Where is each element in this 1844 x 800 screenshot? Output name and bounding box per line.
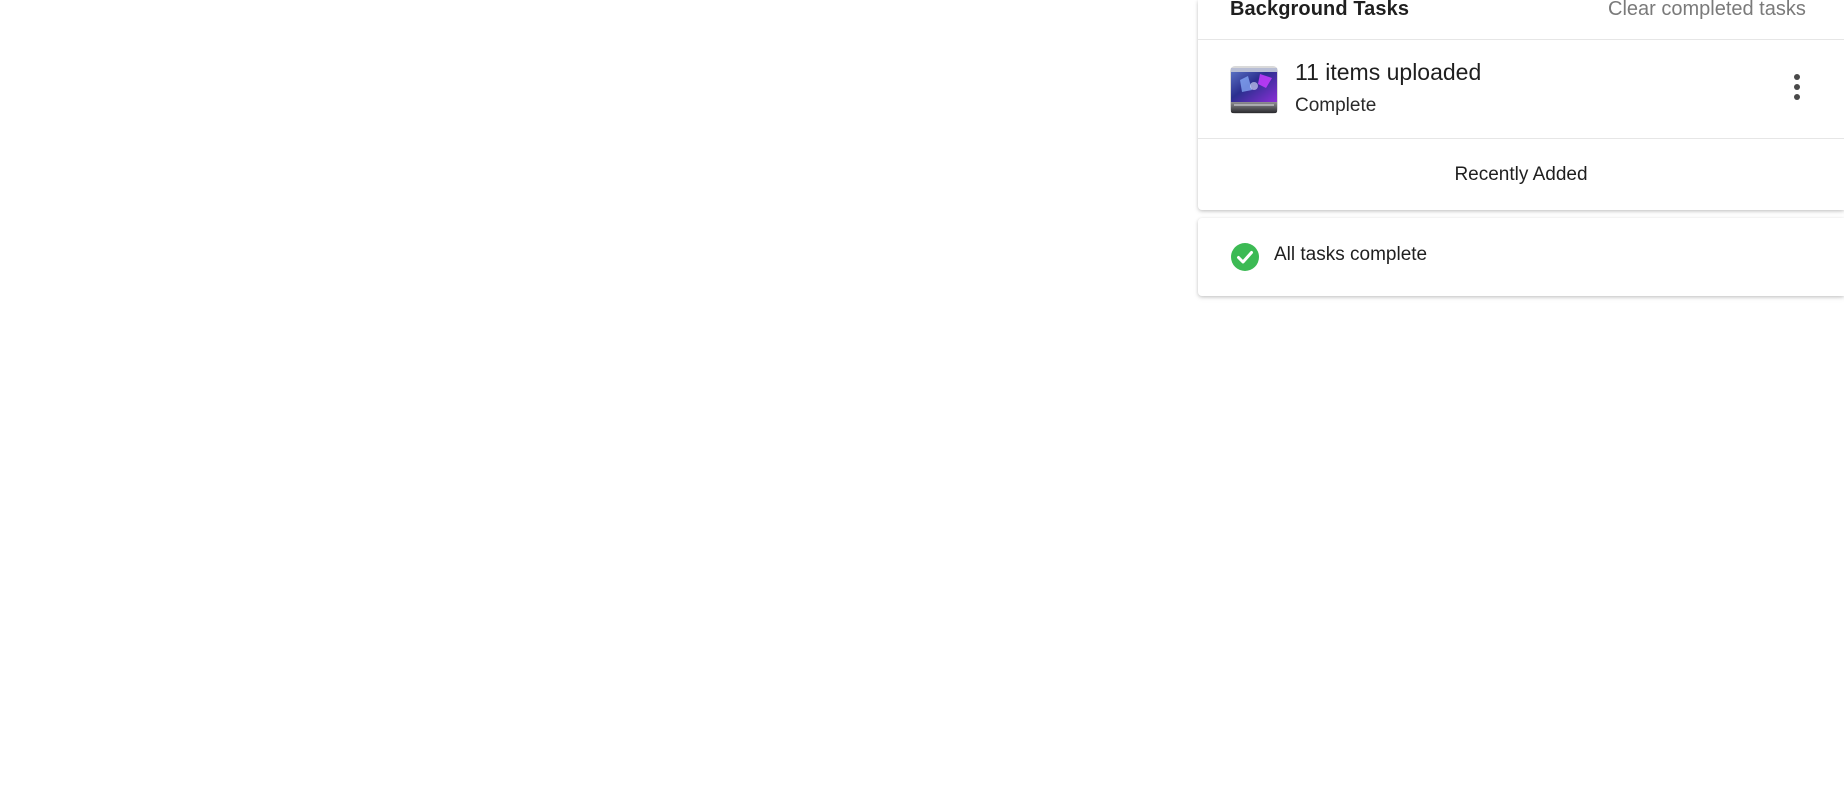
recently-added-button[interactable]: Recently Added [1198,139,1844,210]
tasks-summary-panel: All tasks complete [1198,218,1844,296]
clear-completed-tasks-button[interactable]: Clear completed tasks [1608,0,1806,21]
upload-thumbnail-icon [1230,66,1278,114]
panel-header: Background Tasks Clear completed tasks [1198,0,1844,40]
task-status: Complete [1295,95,1377,116]
task-title: 11 items uploaded [1295,59,1482,85]
task-row[interactable]: 11 items uploaded Complete [1198,40,1844,139]
panel-title: Background Tasks [1230,0,1410,20]
summary-text: All tasks complete [1274,244,1428,265]
background-tasks-panel: Background Tasks Clear completed tasks 1… [1198,0,1844,210]
more-vertical-icon[interactable] [1782,67,1812,107]
check-circle-icon [1231,243,1259,271]
